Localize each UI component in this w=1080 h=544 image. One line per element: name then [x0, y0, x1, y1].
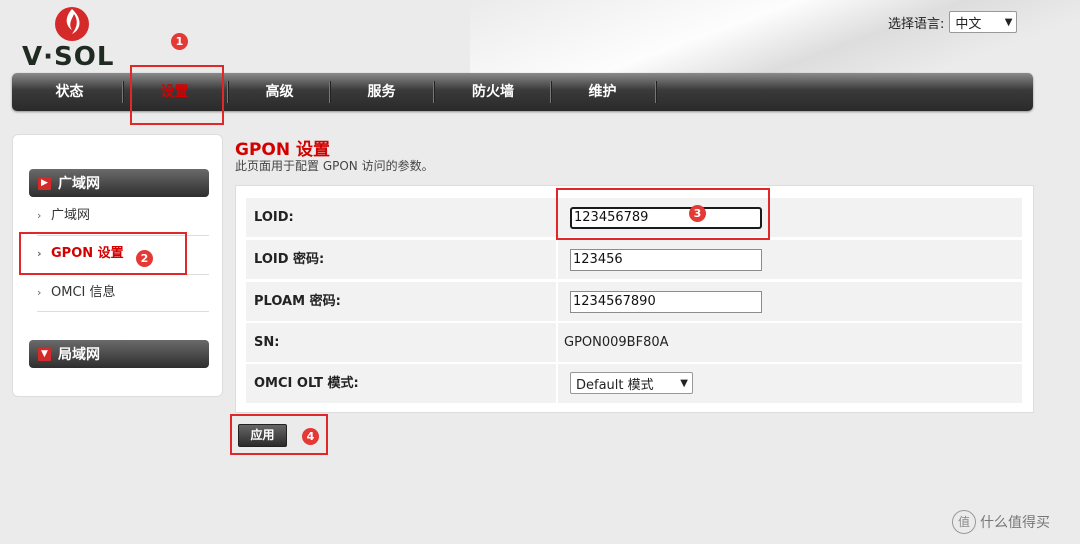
- loid-password-value-cell: 123456: [558, 240, 1022, 279]
- form-row-omci-olt-mode: OMCI OLT 模式: Default 模式 ▼: [246, 364, 1022, 403]
- chevron-right-icon: ›: [37, 286, 42, 299]
- ploam-password-value-cell: 1234567890: [558, 282, 1022, 321]
- sidebar-group-wan[interactable]: ▶ 广域网: [29, 169, 209, 197]
- omci-olt-mode-value-cell: Default 模式 ▼: [558, 364, 1022, 403]
- nav-services[interactable]: 服务: [339, 73, 424, 111]
- nav-separator: [433, 81, 435, 103]
- nav-status[interactable]: 状态: [27, 73, 112, 111]
- sidebar-group-lan[interactable]: ▼ 局域网: [29, 340, 209, 368]
- nav-separator: [122, 81, 124, 103]
- watermark-icon: 值: [952, 510, 976, 534]
- highlight-box-settings: [130, 65, 224, 125]
- highlight-box-loid: [556, 188, 770, 240]
- nav-separator: [655, 81, 657, 103]
- divider: [37, 311, 209, 312]
- logo-text: V·SOL: [22, 42, 115, 72]
- language-selector: 选择语言: 中文 ▼: [888, 11, 1018, 33]
- annotation-badge: 4: [302, 428, 319, 445]
- watermark: 值 什么值得买: [952, 510, 1050, 534]
- nav-firewall[interactable]: 防火墙: [443, 73, 543, 111]
- nav-maintenance[interactable]: 维护: [560, 73, 645, 111]
- form-row-sn: SN: GPON009BF80A: [246, 323, 1022, 362]
- loid-password-label: LOID 密码:: [246, 240, 556, 279]
- annotation-badge: 3: [689, 205, 706, 222]
- sn-value-cell: GPON009BF80A: [558, 323, 1022, 362]
- sidebar-group-label: 局域网: [58, 347, 100, 363]
- omci-olt-mode-selected: Default 模式: [576, 377, 654, 393]
- nav-separator: [550, 81, 552, 103]
- language-selected: 中文: [955, 16, 982, 32]
- expand-arrow-icon: ▶: [38, 176, 51, 190]
- nav-separator: [227, 81, 229, 103]
- sn-value: GPON009BF80A: [564, 335, 669, 350]
- ploam-password-input[interactable]: 1234567890: [570, 291, 762, 313]
- nav-advanced[interactable]: 高级: [237, 73, 322, 111]
- language-select[interactable]: 中文 ▼: [949, 11, 1018, 33]
- sidebar-item-label: 广域网: [51, 208, 91, 223]
- flame-logo-icon: [55, 7, 89, 41]
- sidebar-item-label: OMCI 信息: [51, 285, 116, 300]
- chevron-right-icon: ›: [37, 209, 42, 222]
- watermark-text: 什么值得买: [980, 515, 1050, 531]
- vsol-logo: V·SOL: [22, 4, 134, 72]
- form-row-ploam-password: PLOAM 密码: 1234567890: [246, 282, 1022, 321]
- annotation-badge: 1: [171, 33, 188, 50]
- omci-olt-mode-label: OMCI OLT 模式:: [246, 364, 556, 403]
- language-label: 选择语言:: [888, 16, 945, 32]
- sn-label: SN:: [246, 323, 556, 362]
- chevron-down-icon: ▼: [680, 377, 688, 389]
- page-description: 此页面用于配置 GPON 访问的参数。: [235, 159, 434, 173]
- collapse-arrow-icon: ▼: [38, 347, 51, 361]
- loid-password-input[interactable]: 123456: [570, 249, 762, 271]
- omci-olt-mode-select[interactable]: Default 模式 ▼: [570, 372, 693, 394]
- loid-label: LOID:: [246, 198, 556, 237]
- nav-separator: [329, 81, 331, 103]
- ploam-password-label: PLOAM 密码:: [246, 282, 556, 321]
- sidebar-group-label: 广域网: [58, 176, 100, 192]
- annotation-badge: 2: [136, 250, 153, 267]
- chevron-down-icon: ▼: [1004, 16, 1013, 28]
- highlight-box-gpon: [19, 232, 187, 275]
- sidebar-item-wan[interactable]: › 广域网: [37, 198, 209, 234]
- form-row-loid-password: LOID 密码: 123456: [246, 240, 1022, 279]
- sidebar-item-omci-info[interactable]: › OMCI 信息: [37, 275, 209, 311]
